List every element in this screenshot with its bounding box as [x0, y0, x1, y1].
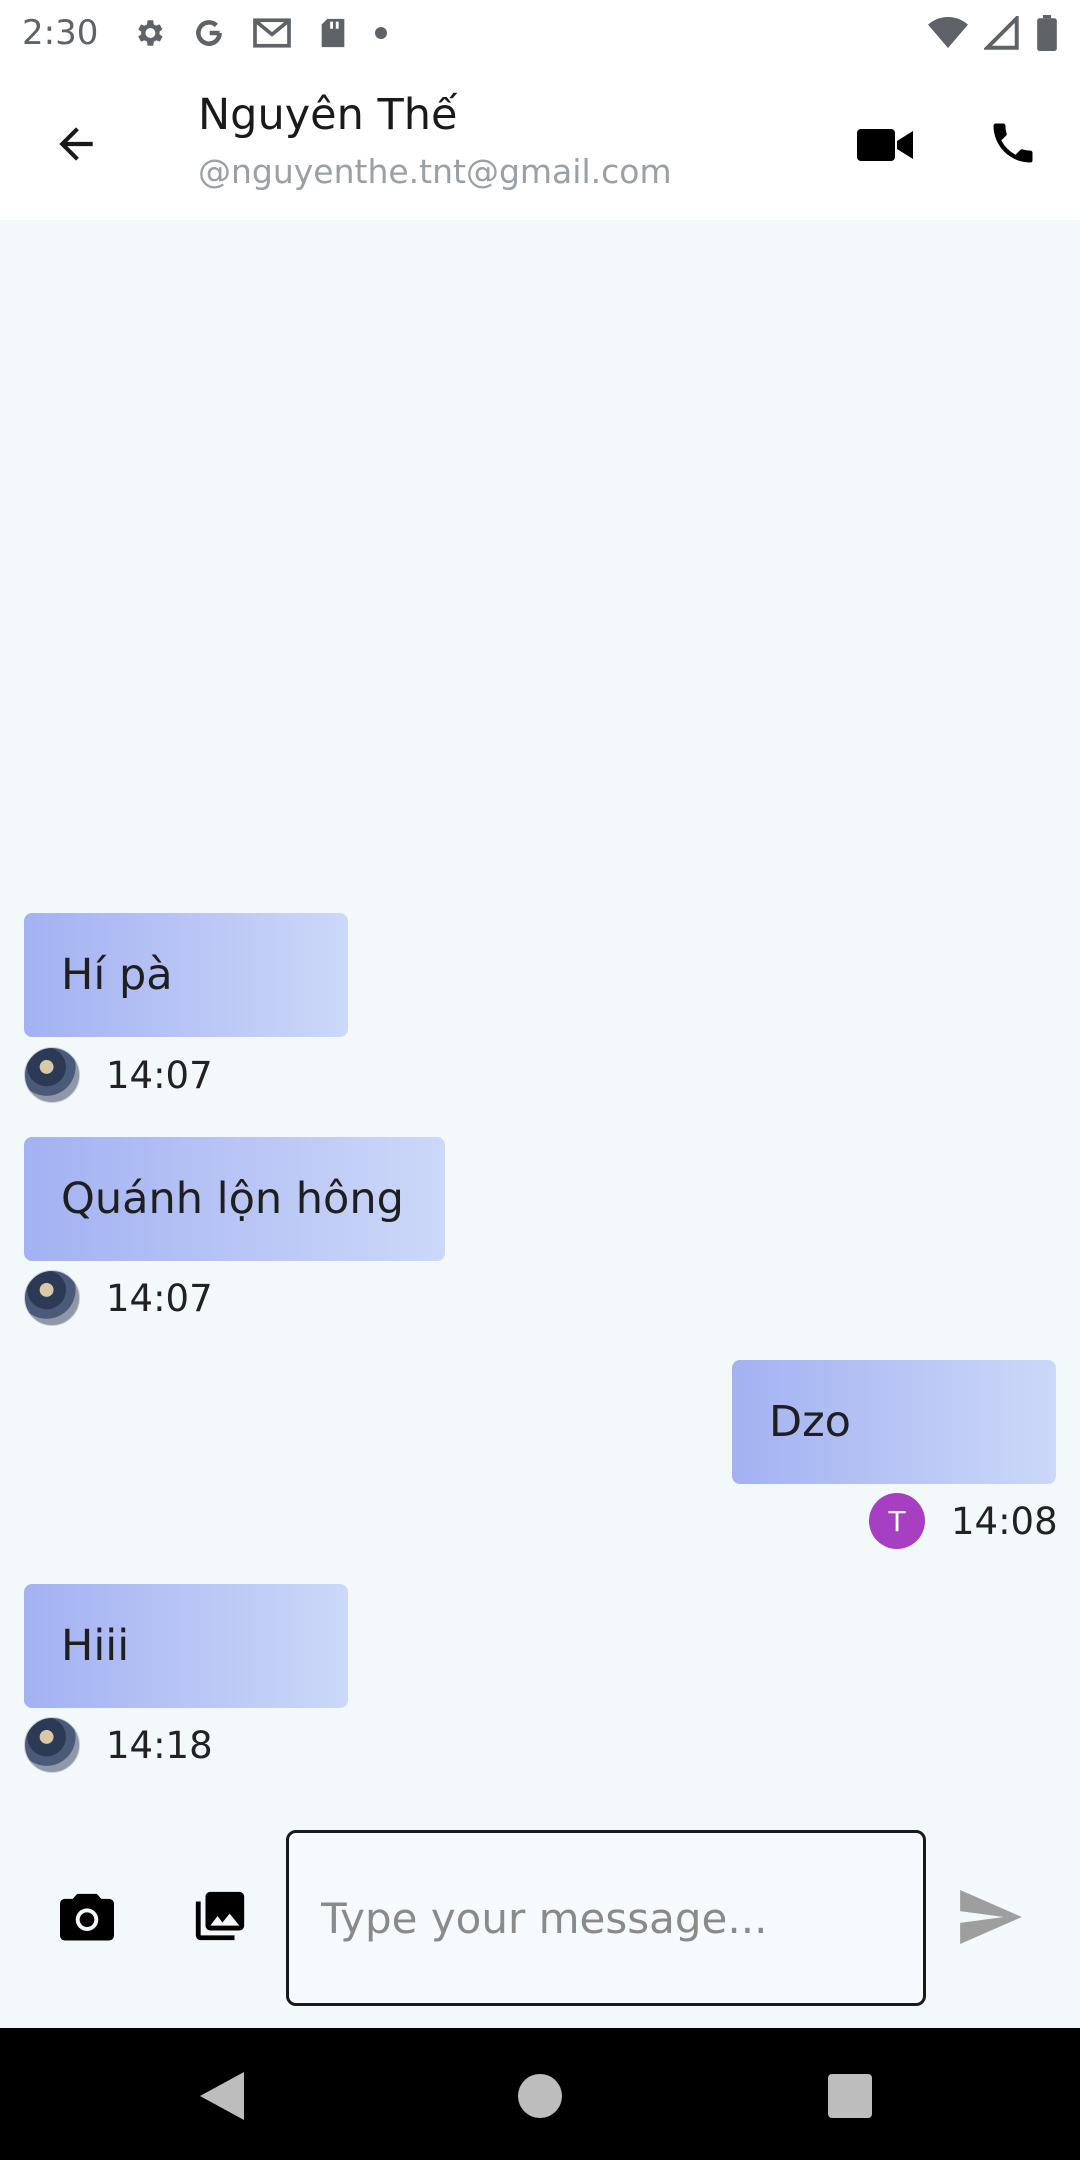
status-time: 2:30 [22, 13, 99, 53]
composer-bar [0, 1808, 1080, 2028]
contact-name: Nguyên Thế [198, 90, 458, 140]
message-text: Hí pà [61, 950, 173, 1000]
gmail-icon [252, 16, 292, 50]
gallery-button[interactable] [188, 1886, 252, 1950]
message-meta: T 14:08 [869, 1493, 1058, 1549]
message-time: 14:07 [106, 1276, 213, 1320]
message-time: 14:18 [106, 1723, 213, 1767]
send-icon [960, 1890, 1022, 1948]
gear-icon [132, 16, 166, 50]
message-meta: 14:18 [24, 1717, 213, 1773]
battery-icon [1036, 15, 1058, 51]
message-text: Quánh lộn hông [61, 1174, 404, 1224]
status-icons-left [132, 16, 388, 50]
voice-call-button[interactable] [980, 112, 1046, 178]
message-meta: 14:07 [24, 1270, 213, 1326]
user-avatar[interactable]: T [869, 1493, 925, 1549]
dot-icon [374, 26, 388, 40]
message-input[interactable] [286, 1830, 926, 2006]
message-text: Dzo [769, 1397, 851, 1447]
status-bar: 2:30 [0, 0, 1080, 66]
camera-button[interactable] [54, 1888, 120, 1948]
sd-card-icon [318, 16, 348, 50]
message-time: 14:07 [106, 1053, 213, 1097]
contact-email: @nguyenthe.tnt@gmail.com [198, 152, 672, 191]
video-call-button[interactable] [852, 114, 918, 180]
message-text: Hiii [61, 1621, 130, 1671]
back-arrow-icon [51, 119, 101, 173]
contact-avatar[interactable] [24, 1717, 80, 1773]
message-meta: 14:07 [24, 1047, 213, 1103]
contact-avatar[interactable] [24, 1270, 80, 1326]
nav-recents-icon[interactable] [828, 2074, 872, 2118]
message-list[interactable]: Hí pà 14:07 Quánh lộn hông 14:07 Dzo T 1… [0, 220, 1080, 1808]
nav-back-icon[interactable] [200, 2072, 246, 2120]
phone-icon [987, 117, 1039, 173]
status-icons-right [928, 15, 1058, 51]
chat-header: Nguyên Thế @nguyenthe.tnt@gmail.com [0, 66, 1080, 220]
message-time: 14:08 [951, 1499, 1058, 1543]
contact-avatar[interactable] [24, 1047, 80, 1103]
gallery-icon [191, 1887, 249, 1949]
nav-home-icon[interactable] [518, 2074, 562, 2118]
camera-icon [57, 1889, 117, 1947]
send-button[interactable] [958, 1890, 1024, 1948]
system-nav-bar [0, 2028, 1080, 2160]
back-button[interactable] [40, 110, 112, 182]
message-bubble-received[interactable]: Quánh lộn hông [24, 1137, 445, 1261]
video-camera-icon [857, 125, 913, 169]
signal-icon [984, 16, 1020, 50]
message-bubble-received[interactable]: Hiii [24, 1584, 348, 1708]
message-bubble-sent[interactable]: Dzo [732, 1360, 1056, 1484]
google-icon [192, 16, 226, 50]
message-bubble-received[interactable]: Hí pà [24, 913, 348, 1037]
wifi-icon [928, 16, 968, 50]
